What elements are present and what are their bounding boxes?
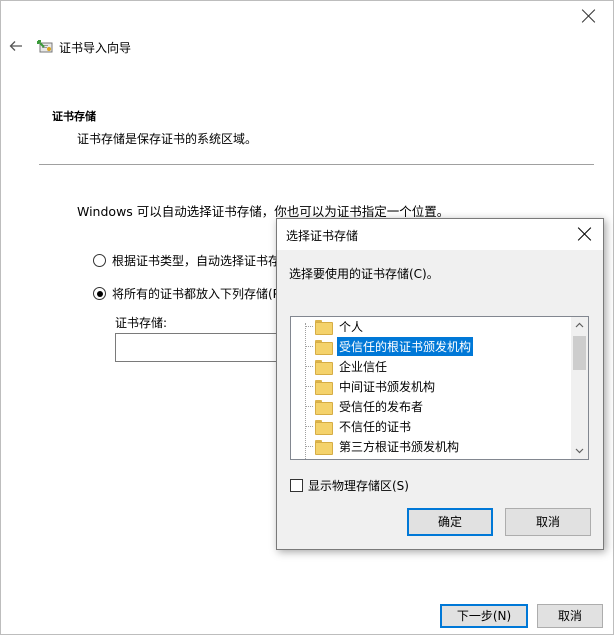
dialog-title: 选择证书存储 (286, 229, 359, 243)
dialog-cancel-button[interactable]: 取消 (505, 508, 591, 536)
tree-item-label: 中间证书颁发机构 (339, 379, 436, 394)
tree-item-label: 受信任的发布者 (339, 399, 424, 414)
certificate-store-field[interactable] (115, 333, 295, 362)
dialog-prompt: 选择要使用的证书存储(C)。 (289, 267, 439, 281)
folder-icon (315, 339, 333, 355)
section-title: 证书存储 (52, 110, 96, 123)
radio-auto-label: 根据证书类型，自动选择证书存 (112, 254, 281, 268)
select-certificate-store-dialog: 选择证书存储 选择要使用的证书存储(C)。 个人 受信任的根证书颁发机构 企业信… (276, 218, 604, 550)
wizard-cancel-button[interactable]: 取消 (537, 604, 603, 628)
tree-item-label: 受信任的根证书颁发机构 (337, 336, 474, 356)
radio-button-manual[interactable] (93, 287, 106, 300)
scroll-down-icon[interactable] (575, 446, 584, 455)
next-button[interactable]: 下一步(N) (440, 604, 528, 628)
dialog-titlebar: 选择证书存储 (277, 219, 603, 250)
certificate-wizard-icon (37, 40, 53, 53)
radio-manual-label: 将所有的证书都放入下列存储(P (112, 287, 280, 301)
tree-item-label: 不信任的证书 (339, 419, 412, 434)
radio-auto-select[interactable]: 根据证书类型，自动选择证书存 (93, 252, 280, 269)
radio-place-in-store[interactable]: 将所有的证书都放入下列存储(P (93, 285, 280, 302)
folder-icon (315, 379, 333, 395)
tree-scrollbar[interactable] (571, 317, 588, 459)
header-separator (39, 164, 594, 165)
scroll-up-icon[interactable] (575, 321, 584, 330)
close-icon[interactable] (581, 8, 597, 24)
tree-item-trusted-root[interactable]: 受信任的根证书颁发机构 (305, 336, 474, 356)
tree-item-label: 第三方根证书颁发机构 (339, 439, 460, 454)
wizard-title: 证书导入向导 (59, 41, 132, 55)
ok-button[interactable]: 确定 (407, 508, 493, 536)
show-physical-checkbox[interactable] (290, 479, 303, 492)
radio-button-auto[interactable] (93, 254, 106, 267)
tree-item-untrusted[interactable]: 不信任的证书 (305, 417, 413, 435)
folder-icon (315, 419, 333, 435)
show-physical-stores[interactable]: 显示物理存储区(S) (290, 477, 409, 494)
tree-item-trusted-publishers[interactable]: 受信任的发布者 (305, 397, 425, 415)
show-physical-label: 显示物理存储区(S) (308, 479, 409, 493)
section-description: 证书存储是保存证书的系统区域。 (77, 132, 258, 146)
folder-icon (315, 319, 333, 335)
tree-item-intermediate[interactable]: 中间证书颁发机构 (305, 377, 437, 395)
tree-item-label: 个人 (339, 319, 364, 334)
tree-item-personal[interactable]: 个人 (305, 317, 365, 335)
certificate-store-label: 证书存储: (115, 316, 168, 330)
folder-icon (315, 439, 333, 455)
folder-icon (315, 399, 333, 415)
folder-icon (315, 359, 333, 375)
dialog-close-icon[interactable] (577, 226, 593, 242)
back-arrow-icon[interactable] (9, 39, 23, 53)
scrollbar-thumb[interactable] (573, 336, 586, 370)
certificate-store-tree[interactable]: 个人 受信任的根证书颁发机构 企业信任 中间证书颁发机构 受信任的发布者 不信任… (290, 316, 589, 460)
tree-item-enterprise-trust[interactable]: 企业信任 (305, 357, 389, 375)
tree-item-label: 企业信任 (339, 359, 388, 374)
tree-item-third-party-root[interactable]: 第三方根证书颁发机构 (305, 437, 461, 455)
